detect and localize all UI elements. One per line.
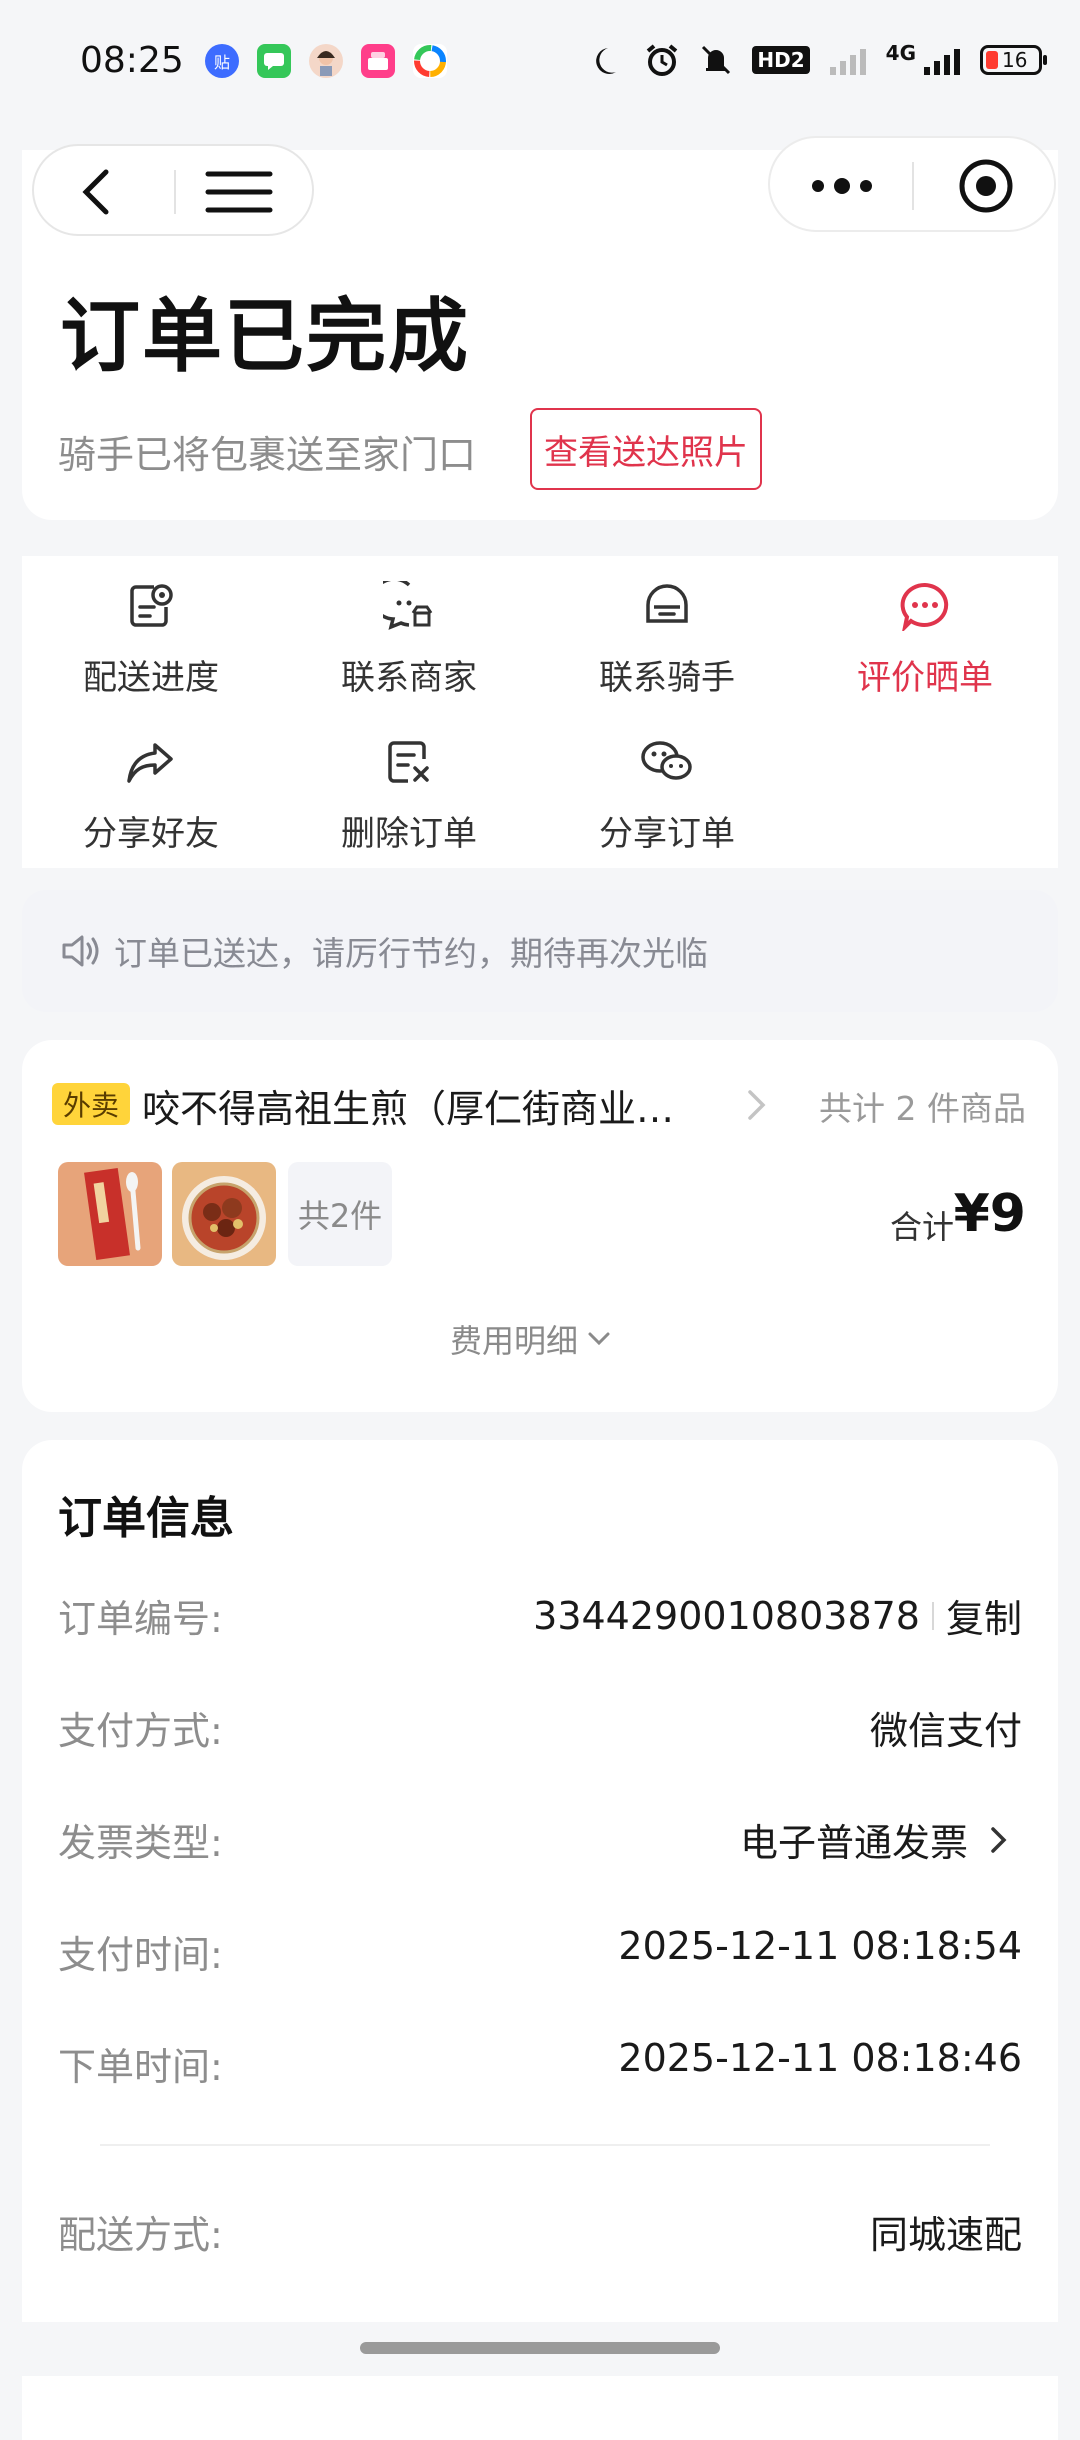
- avatar-icon: [309, 44, 343, 78]
- takeout-badge: 外卖: [52, 1083, 130, 1125]
- copy-divider: [931, 1601, 934, 1630]
- speaker-icon: [62, 935, 99, 967]
- share-icon: [127, 743, 173, 783]
- order-number-value: 3344290010803878: [533, 1593, 920, 1638]
- home-indicator[interactable]: [360, 2342, 720, 2354]
- mute-icon: [702, 45, 731, 75]
- review-icon: [900, 582, 949, 631]
- action-delete-order[interactable]: 删除订单: [280, 730, 538, 855]
- action-share-friend[interactable]: 分享好友: [22, 730, 280, 855]
- payment-time-label: 支付时间:: [58, 1933, 223, 1977]
- messages-icon: [257, 44, 291, 78]
- contact-merchant-icon: [383, 581, 433, 630]
- battery-level: 16: [1002, 48, 1028, 72]
- payment-method-label: 支付方式:: [58, 1709, 223, 1753]
- product-image-dish: [172, 1162, 276, 1266]
- more-capsule: [768, 136, 1056, 232]
- invoice-type-row[interactable]: 电子普通发票: [740, 1812, 1022, 1867]
- action-label: 评价晒单: [857, 658, 993, 698]
- status-app-icons: 贴: [205, 44, 447, 78]
- close-miniprogram-button[interactable]: [958, 158, 1014, 214]
- product-thumbnail-2[interactable]: [172, 1162, 276, 1266]
- hd-badge: HD2: [752, 46, 810, 74]
- promo-app-icon: [361, 44, 395, 78]
- wechat-share-icon: [641, 741, 692, 780]
- more-dots-icon: [812, 178, 872, 194]
- action-grid: 配送进度 联系商家 联系骑手 评价晒单 分享好友 删除订单 分享订单: [22, 556, 1058, 868]
- payment-time-value: 2025-12-11 08:18:54: [618, 1924, 1022, 1968]
- delivery-progress-icon: [130, 584, 173, 627]
- delete-order-icon: [388, 741, 429, 783]
- order-number-label: 订单编号:: [58, 1597, 223, 1641]
- chevron-right-icon: [991, 1826, 1007, 1853]
- chevron-right-icon[interactable]: [746, 1088, 768, 1122]
- total-label: 合计: [889, 1208, 954, 1246]
- signal-weak-icon: [829, 49, 866, 75]
- delivery-notice: 订单已送达，请厉行节约，期待再次光临: [22, 890, 1058, 1012]
- chevron-down-icon: [588, 1332, 610, 1346]
- tieba-icon: 贴: [205, 44, 239, 78]
- total-item-count: 共计 2 件商品: [819, 1089, 1026, 1128]
- order-info-title: 订单信息: [58, 1493, 234, 1544]
- action-label: 联系骑手: [599, 658, 735, 698]
- battery-icon: 16: [980, 45, 1047, 75]
- fee-detail-label: 费用明细: [450, 1322, 579, 1360]
- status-time: 08:25: [80, 40, 184, 81]
- action-label: 删除订单: [341, 814, 477, 854]
- more-button[interactable]: [808, 166, 876, 206]
- order-status-subtitle: 骑手已将包裹送至家门口: [58, 433, 477, 477]
- copy-button[interactable]: 复制: [946, 1588, 1022, 1643]
- chevron-left-icon: [82, 169, 109, 215]
- action-delivery-progress[interactable]: 配送进度: [22, 574, 280, 699]
- more-items-button[interactable]: 共2件: [288, 1162, 392, 1266]
- network-label: 4G: [885, 41, 916, 65]
- action-contact-merchant[interactable]: 联系商家: [280, 574, 538, 699]
- action-contact-rider[interactable]: 联系骑手: [538, 574, 796, 699]
- invoice-type-value: 电子普通发票: [739, 1821, 968, 1865]
- action-label: 配送进度: [83, 658, 219, 698]
- order-time-value: 2025-12-11 08:18:46: [618, 2036, 1022, 2080]
- total-amount: ¥9: [953, 1184, 1026, 1244]
- target-icon: [959, 159, 1013, 213]
- fee-detail-toggle[interactable]: 费用明细: [450, 1316, 612, 1362]
- action-review[interactable]: 评价晒单: [796, 574, 1054, 699]
- store-name-link[interactable]: 咬不得高祖生煎（厚仁街商业…: [142, 1078, 722, 1133]
- order-number-row: 3344290010803878 复制: [533, 1588, 1022, 1643]
- action-share-order[interactable]: 分享订单: [538, 730, 796, 855]
- delivery-method-label: 配送方式:: [58, 2213, 223, 2257]
- action-label: 联系商家: [341, 658, 477, 698]
- notice-text: 订单已送达，请厉行节约，期待再次光临: [114, 934, 708, 973]
- menu-icon: [205, 171, 273, 213]
- moon-icon: [596, 48, 617, 74]
- system-icons: HD2 4G 16: [594, 41, 1047, 78]
- nav-capsule: [32, 144, 314, 236]
- invoice-type-label: 发票类型:: [58, 1821, 223, 1865]
- colorful-app-icon: [413, 44, 447, 78]
- signal-strong-icon: [924, 49, 960, 75]
- payment-method-value: 微信支付: [869, 1709, 1022, 1753]
- product-thumbnail-1[interactable]: [58, 1162, 162, 1266]
- contact-rider-icon: [646, 584, 688, 623]
- back-button[interactable]: [70, 164, 126, 220]
- delivery-method-value: 同城速配: [869, 2213, 1022, 2257]
- action-label: 分享好友: [83, 814, 219, 854]
- alarm-icon: [647, 44, 678, 76]
- product-image-packaging: [58, 1162, 162, 1266]
- action-label: 分享订单: [599, 814, 735, 854]
- menu-button[interactable]: [204, 166, 274, 218]
- order-time-label: 下单时间:: [58, 2045, 223, 2089]
- order-status-title: 订单已完成: [60, 290, 470, 383]
- view-delivery-photo-button[interactable]: 查看送达照片: [530, 408, 762, 490]
- info-divider: [100, 2144, 990, 2146]
